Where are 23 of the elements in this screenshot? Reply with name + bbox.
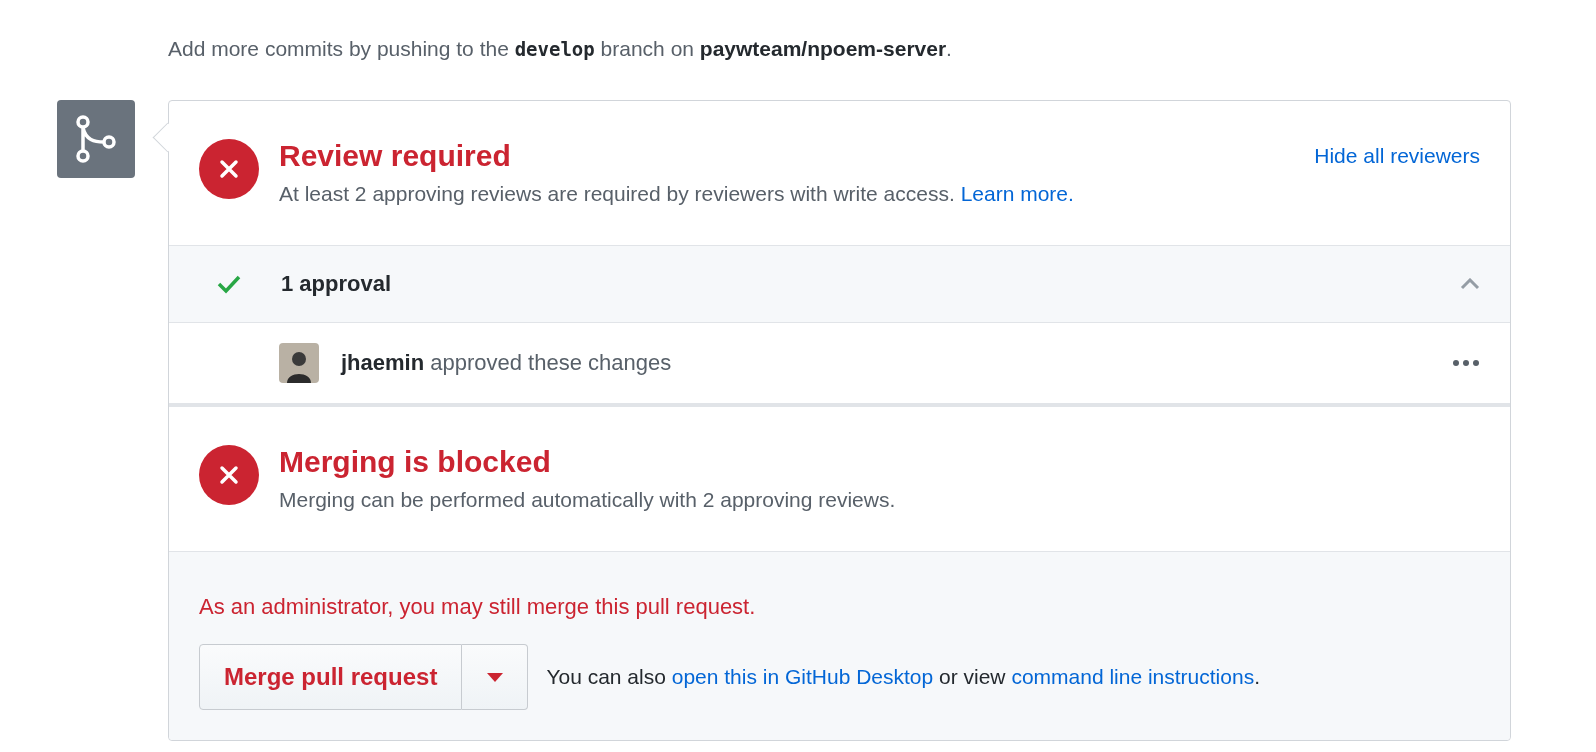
avatar (279, 343, 319, 383)
merge-branch-icon (57, 100, 135, 178)
help-text: You can also open this in GitHub Desktop or view command line instructions. (546, 665, 1260, 689)
review-text: jhaemin approved these changes (341, 350, 673, 376)
merge-button[interactable]: Merge pull request (199, 644, 463, 710)
status-title: Review required (279, 139, 511, 173)
caret-icon (486, 672, 503, 682)
learn-more-link[interactable]: Learn more. (960, 182, 1074, 205)
help-link[interactable]: command line instructions (1011, 665, 1255, 688)
intro-text: Add more commits by pushing to the develop branch on paywteam/npoem-server. (168, 36, 953, 62)
status-description: At least 2 approving reviews are required by reviewers with write access. Learn more. (279, 181, 1075, 207)
approvals-toggle[interactable]: 1 approval (169, 246, 1510, 323)
toggle-reviewers-link[interactable]: Hide all reviewers (1314, 144, 1480, 168)
error-icon (199, 445, 259, 505)
error-icon (199, 139, 259, 199)
chevron-up-icon (1460, 278, 1480, 290)
help-link[interactable]: open this in GitHub Desktop (671, 665, 934, 688)
admin-notice: As an administrator, you may still merge this pull request. (199, 594, 757, 620)
approval-count: 1 approval (281, 271, 393, 297)
more-options-icon[interactable] (1452, 359, 1480, 367)
status-title: Merging is blocked (279, 445, 552, 479)
check-icon (217, 274, 241, 294)
status-description: Merging can be performed automatically with 2 approving reviews. (279, 487, 897, 513)
